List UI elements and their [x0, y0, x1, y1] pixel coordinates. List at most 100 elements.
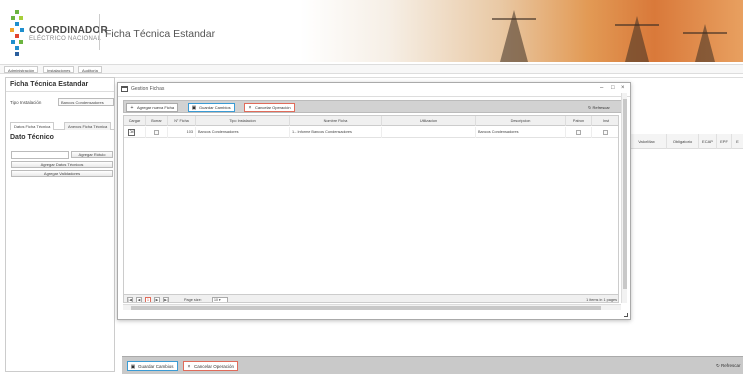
column-header-e: E: [736, 139, 739, 144]
add-ficha-label: Agregar nueva Ficha: [137, 105, 175, 110]
nav-item-instalaciones[interactable]: Instalaciones: [43, 66, 75, 73]
divider: [6, 91, 114, 92]
refresh-button[interactable]: ↻ Refrescar: [588, 103, 610, 112]
close-icon[interactable]: ×: [621, 85, 625, 91]
save-changes-button[interactable]: ▣ Guardar Cambios: [127, 361, 178, 371]
column-header-valormax: ValorMax: [627, 134, 667, 149]
page-size-label: Page size:: [184, 298, 202, 302]
column-header-cargar[interactable]: Cargar: [124, 116, 146, 126]
page-size-value: 10: [214, 298, 218, 302]
main-nav: Administración Instalaciones Auditoria: [0, 64, 743, 74]
inst-cell: [592, 127, 618, 138]
patron-checkbox[interactable]: [576, 130, 581, 135]
chevron-down-icon: ▾: [218, 298, 221, 302]
refresh-label: Refrescar: [592, 105, 610, 110]
load-ficha-icon[interactable]: ⇲: [128, 129, 135, 136]
nav-item-auditoria[interactable]: Auditoria: [78, 66, 102, 73]
column-header-n-ficha[interactable]: N° Ficha: [168, 116, 196, 126]
save-changes-button[interactable]: ▣ Guardar Cambios: [188, 103, 235, 112]
app-header: COORDINADOR ELÉCTRICO NACIONAL Ficha Téc…: [0, 0, 743, 62]
logo-icon: [8, 10, 26, 58]
column-header-nombre-ficha[interactable]: Nombre Ficha: [290, 116, 382, 126]
fichas-grid: Cargar Borrar N° Ficha Tipo Instalacion …: [123, 115, 619, 303]
scrollbar-thumb[interactable]: [623, 99, 627, 289]
power-tower-graphic: [683, 24, 727, 62]
agregar-datos-tecnicos-button[interactable]: Agregar Datos Técnicos: [11, 161, 113, 168]
power-tower-graphic: [492, 10, 536, 62]
left-panel-title: Ficha Técnica Estandar: [10, 81, 89, 88]
close-icon: ×: [187, 364, 191, 370]
maximize-icon[interactable]: □: [611, 85, 615, 91]
pager-info: 1 items in 1 pages: [586, 298, 617, 302]
add-ficha-button[interactable]: + Agregar nueva Ficha: [126, 103, 179, 112]
dato-tecnico-title: Dato Técnico: [10, 134, 54, 141]
window-icon: [121, 86, 128, 92]
agregar-rotulo-button[interactable]: Agregar Rótulo: [71, 151, 113, 158]
horizontal-scrollbar[interactable]: [123, 304, 621, 310]
cancel-operation-label: Cancelar Operación: [194, 364, 235, 369]
logo-subtext: ELÉCTRICO NACIONAL: [29, 36, 102, 42]
refresh-label: Refrescar: [721, 363, 741, 368]
plus-icon: +: [130, 105, 134, 111]
header-banner-image: [300, 0, 743, 62]
save-changes-label: Guardar Cambios: [199, 105, 231, 110]
tipo-instalacion-select[interactable]: Bancos Condensadores: [58, 98, 114, 106]
rotulo-input[interactable]: [11, 151, 69, 159]
agregar-validadores-button[interactable]: Agregar Validadores: [11, 170, 113, 177]
nombre-ficha-cell: 1.- Informe Bancos Condensadores: [290, 127, 382, 138]
left-panel: Ficha Técnica Estandar Tipo Instalación …: [5, 77, 116, 372]
tipo-instalacion-label: Tipo Instalación: [10, 100, 42, 105]
patron-cell: [566, 127, 592, 138]
refresh-icon: ↻: [716, 363, 720, 368]
bottom-toolbar: ▣ Guardar Cambios × Cancelar Operación ↻ R…: [122, 356, 743, 374]
column-header-borrar[interactable]: Borrar: [146, 116, 168, 126]
table-row[interactable]: ⇲ 103 Bancos Condensadores 1.- Informe B…: [124, 127, 618, 138]
descripcion-cell: Bancos Condensadores: [476, 127, 566, 138]
refresh-button[interactable]: ↻ Refrescar: [716, 361, 741, 371]
grid-header: Cargar Borrar N° Ficha Tipo Instalacion …: [124, 116, 618, 126]
column-header-inst[interactable]: Inst: [592, 116, 618, 126]
save-icon: ▣: [191, 105, 197, 111]
current-page-button[interactable]: 1: [145, 297, 151, 302]
cancel-operation-button[interactable]: × Cancelar Operación: [183, 361, 239, 371]
window-titlebar[interactable]: Gestion Fichas – □ ×: [118, 83, 630, 97]
scrollbar-thumb[interactable]: [131, 306, 601, 310]
save-icon: ▣: [130, 364, 136, 370]
column-header-utilizacion[interactable]: Utilizacion: [382, 116, 476, 126]
header-divider: [99, 14, 100, 50]
first-page-button[interactable]: |◀: [127, 297, 133, 302]
previous-page-button[interactable]: ◀: [136, 297, 142, 302]
n-ficha-cell: 103: [168, 127, 196, 138]
nav-item-administracion[interactable]: Administración: [4, 66, 39, 73]
column-header-obligatorio: Obligatorio: [667, 134, 699, 149]
column-header-ecap: ECAP: [699, 134, 717, 149]
page-size-select[interactable]: 10 ▾: [212, 297, 228, 302]
borrar-checkbox[interactable]: [154, 130, 159, 135]
cancel-operation-label: Cancelar Operación: [255, 105, 291, 110]
power-tower-graphic: [615, 16, 659, 62]
tipo-instalacion-cell: Bancos Condensadores: [196, 127, 290, 138]
last-page-button[interactable]: ▶|: [163, 297, 169, 302]
next-page-button[interactable]: ▶: [154, 297, 160, 302]
minimize-icon[interactable]: –: [600, 85, 603, 91]
inst-checkbox[interactable]: [603, 130, 608, 135]
tab-datos-ficha-tecnica[interactable]: Datos Ficha Técnica: [10, 122, 55, 130]
window-toolbar: + Agregar nueva Ficha ▣ Guardar Cambios × C…: [123, 100, 626, 113]
borrar-cell: [146, 127, 168, 138]
resize-handle[interactable]: [624, 313, 628, 317]
close-icon: ×: [248, 105, 252, 111]
utilizacion-cell: [382, 127, 476, 138]
column-header-descripcion[interactable]: Descripcion: [476, 116, 566, 126]
column-header-patron[interactable]: Patron: [566, 116, 592, 126]
column-header-tipo-instalacion[interactable]: Tipo Instalacion: [196, 116, 290, 126]
background-grid-header: ValorMax Obligatorio ECAP EPF E: [627, 134, 743, 149]
logo-text: COORDINADOR: [29, 25, 108, 36]
tab-anexos-ficha-tecnica[interactable]: Anexos Ficha Técnica: [64, 122, 112, 130]
window-title: Gestion Fichas: [131, 86, 165, 92]
tabs: Datos Ficha Técnica Anexos Ficha Técnica: [10, 122, 116, 130]
gestion-fichas-window: Gestion Fichas – □ × + Agregar nueva Fich…: [117, 82, 631, 320]
column-header-epf: EPF: [717, 134, 732, 149]
save-changes-label: Guardar Cambios: [138, 364, 174, 369]
vertical-scrollbar[interactable]: [621, 93, 627, 303]
cancel-operation-button[interactable]: × Cancelar Operación: [244, 103, 295, 112]
